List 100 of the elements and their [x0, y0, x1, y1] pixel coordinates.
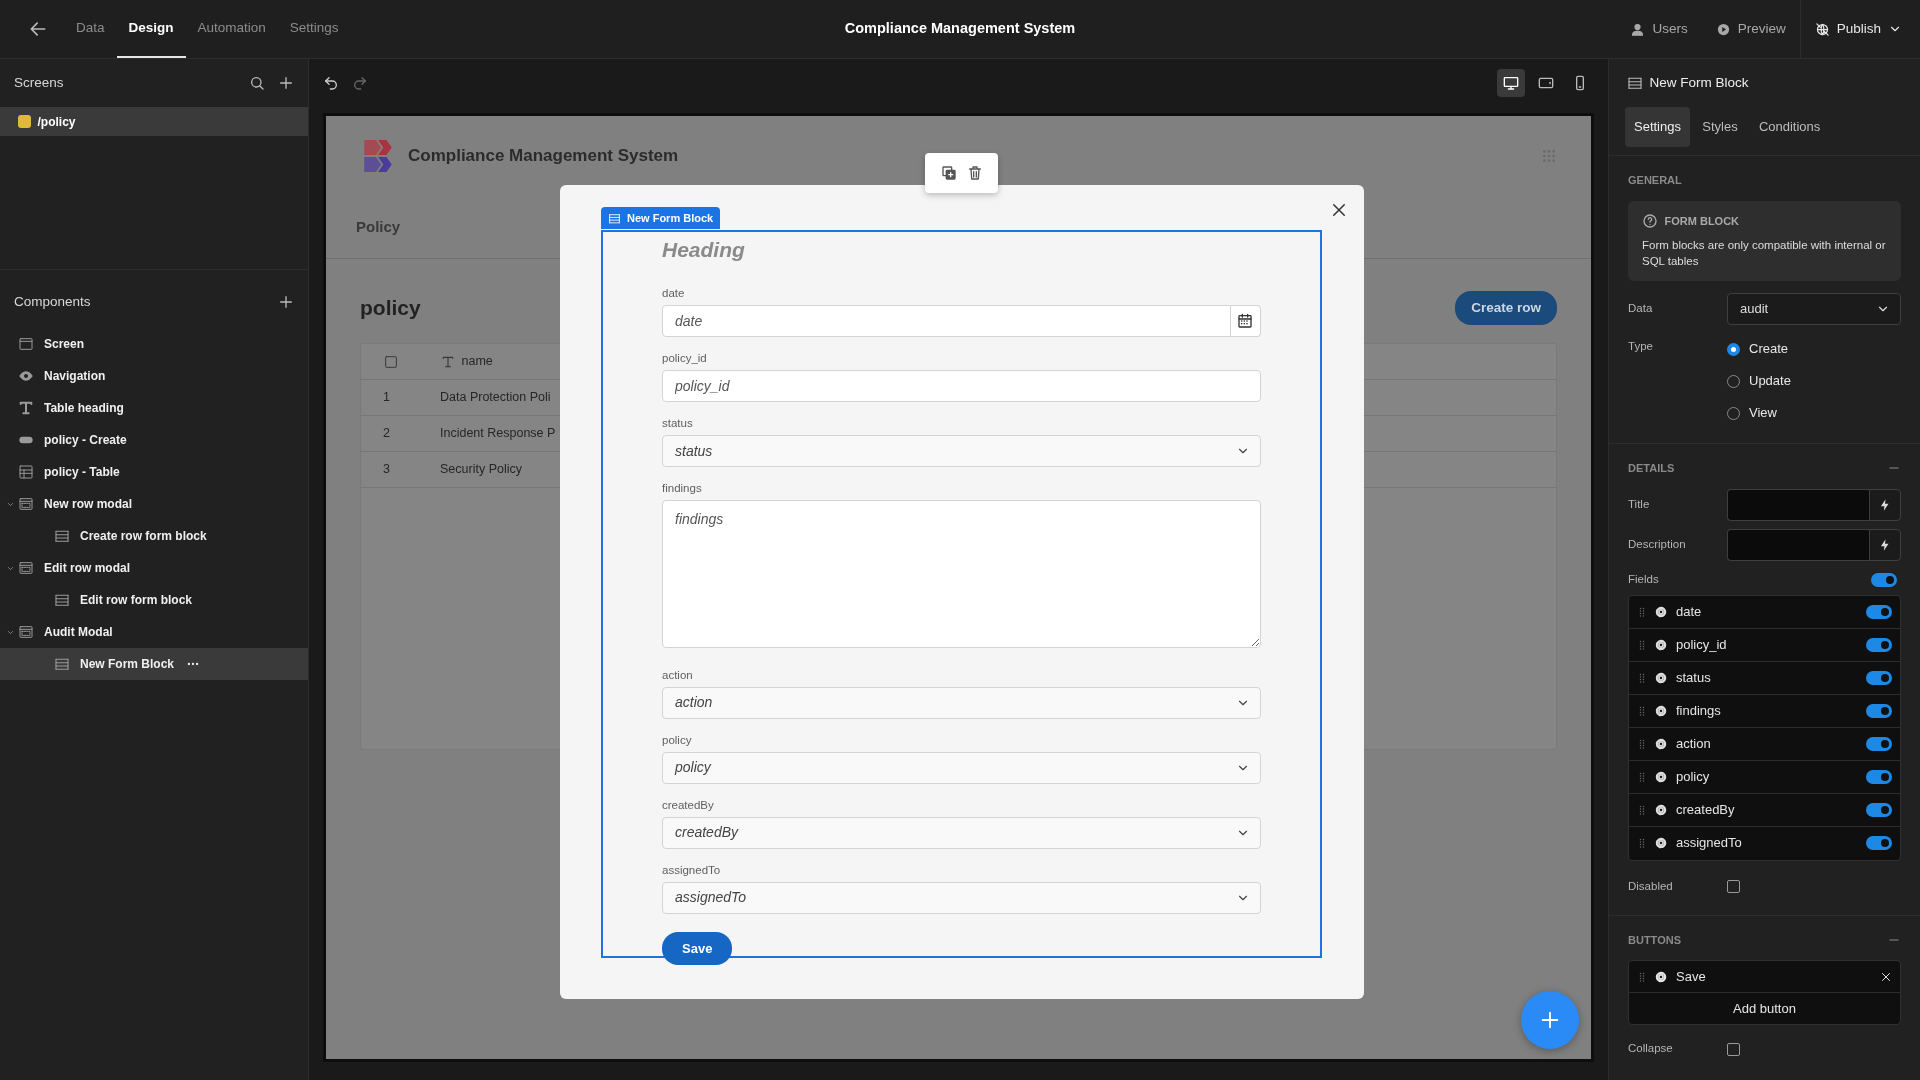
field-label: policy — [662, 732, 693, 747]
window-icon — [18, 560, 34, 576]
toggle-switch[interactable] — [1866, 670, 1892, 685]
toggle-switch[interactable] — [1866, 736, 1892, 751]
nav-tab[interactable]: Settings — [277, 0, 351, 58]
header-button[interactable]: Users — [1616, 0, 1702, 58]
gear-icon[interactable] — [1654, 703, 1668, 718]
component-item[interactable]: Screen — [0, 328, 308, 360]
add-icon[interactable] — [278, 75, 294, 91]
text-field[interactable]: policy_id — [662, 370, 1261, 402]
toggle-switch[interactable] — [1866, 703, 1892, 718]
redo-icon[interactable] — [352, 75, 368, 91]
field-name: action — [1676, 734, 1712, 753]
page-heading: policy — [360, 295, 421, 322]
settings-tab[interactable]: Settings — [1625, 107, 1690, 147]
field-label: createdBy — [662, 797, 715, 812]
nav-tab[interactable]: Automation — [185, 0, 278, 58]
play-icon — [1715, 21, 1731, 37]
toggle-switch[interactable] — [1866, 637, 1892, 652]
component-item[interactable]: New Form Block — [0, 648, 308, 680]
tablet-icon — [1537, 75, 1554, 91]
block-tag: New Form Block — [601, 207, 721, 229]
component-item[interactable]: Create row form block — [0, 520, 308, 552]
window-title: Compliance Management System — [844, 19, 1076, 39]
component-item[interactable]: policy - Table — [0, 456, 308, 488]
binding-button[interactable] — [1869, 528, 1901, 561]
checkbox[interactable] — [1727, 1042, 1740, 1056]
data-source-dropdown[interactable]: audit — [1727, 293, 1901, 325]
section-title: DETAILS — [1628, 461, 1675, 476]
settings-tab[interactable]: Conditions — [1749, 107, 1830, 147]
gear-icon[interactable] — [1654, 836, 1668, 850]
publish-button[interactable]: Publish — [1799, 0, 1920, 58]
column-header[interactable]: name — [461, 352, 493, 372]
radio-option[interactable]: Update — [1727, 365, 1791, 397]
toggle-switch[interactable] — [1866, 836, 1892, 850]
component-item[interactable]: Table heading — [0, 392, 308, 424]
toggle-switch[interactable] — [1866, 604, 1892, 619]
text-area[interactable]: findings — [662, 500, 1261, 648]
window-icon — [18, 624, 34, 640]
binding-button[interactable] — [1869, 488, 1901, 521]
screen-icon — [18, 336, 34, 352]
dropdown[interactable]: status — [662, 435, 1261, 467]
user-icon — [1630, 21, 1646, 37]
gear-icon[interactable] — [1654, 802, 1668, 817]
radio-option[interactable]: View — [1727, 397, 1791, 429]
dropdown[interactable]: policy — [662, 751, 1261, 784]
gear-icon[interactable] — [1654, 637, 1668, 652]
date-field[interactable]: date — [662, 305, 1231, 337]
field-label: Data — [1628, 301, 1654, 317]
drag-handle-icon[interactable] — [1638, 836, 1646, 850]
gear-icon[interactable] — [1654, 604, 1668, 619]
calendar-button[interactable] — [1230, 305, 1261, 337]
dropdown[interactable]: createdBy — [662, 816, 1261, 849]
field-label: Title — [1628, 496, 1651, 512]
component-item[interactable]: Edit row modal — [0, 552, 308, 584]
field-label: findings — [662, 481, 703, 495]
plus-icon — [1539, 1009, 1561, 1031]
nav-tab[interactable]: Data — [64, 0, 117, 58]
toggle-switch[interactable] — [1866, 769, 1892, 784]
gear-icon[interactable] — [1654, 769, 1668, 784]
add-icon[interactable] — [278, 294, 294, 310]
duplicate-icon[interactable] — [940, 165, 957, 181]
desktop-icon — [1503, 75, 1519, 91]
component-item[interactable]: Audit Modal — [0, 616, 308, 648]
gear-icon[interactable] — [1654, 736, 1668, 751]
trash-icon[interactable] — [966, 165, 983, 181]
field-label: Description — [1628, 536, 1687, 552]
desktop-view-button[interactable] — [1497, 69, 1525, 97]
table-cell-text: Incident Response P — [439, 425, 556, 443]
checkbox-icon[interactable] — [383, 353, 399, 370]
toggle-switch[interactable] — [1866, 802, 1892, 817]
gear-icon[interactable] — [1654, 670, 1668, 685]
panel-title: New Form Block — [1649, 73, 1749, 92]
route-item[interactable]: /policy — [0, 107, 308, 136]
crossed-globe-icon — [1814, 21, 1830, 37]
back-icon[interactable] — [28, 19, 48, 39]
binding-input[interactable] — [1727, 488, 1869, 521]
component-item[interactable]: Navigation — [0, 360, 308, 392]
component-item[interactable]: policy - Create — [0, 424, 308, 456]
create-row-button[interactable]: Create row — [1455, 291, 1557, 326]
checkbox[interactable] — [1727, 880, 1740, 893]
field-name: assignedTo — [1676, 834, 1743, 853]
component-item[interactable]: Edit row form block — [0, 584, 308, 616]
dropdown[interactable]: action — [662, 686, 1261, 719]
form-icon — [1627, 75, 1643, 91]
close-icon — [1330, 201, 1348, 219]
save-button[interactable]: Save — [662, 931, 733, 965]
window-icon — [18, 496, 34, 512]
component-item[interactable]: New row modal — [0, 488, 308, 520]
binding-input[interactable] — [1727, 528, 1869, 561]
undo-icon[interactable] — [323, 75, 339, 91]
gear-icon[interactable] — [1654, 969, 1668, 984]
dropdown[interactable]: assignedTo — [662, 881, 1261, 914]
search-icon[interactable] — [249, 75, 265, 91]
toggle-switch[interactable] — [1871, 572, 1897, 587]
radio-option[interactable]: Create — [1727, 333, 1791, 365]
settings-tab[interactable]: Styles — [1693, 107, 1747, 147]
header-button[interactable]: Preview — [1701, 0, 1800, 58]
add-button[interactable]: Add button — [1629, 993, 1900, 1024]
remove-icon[interactable] — [1880, 970, 1892, 983]
